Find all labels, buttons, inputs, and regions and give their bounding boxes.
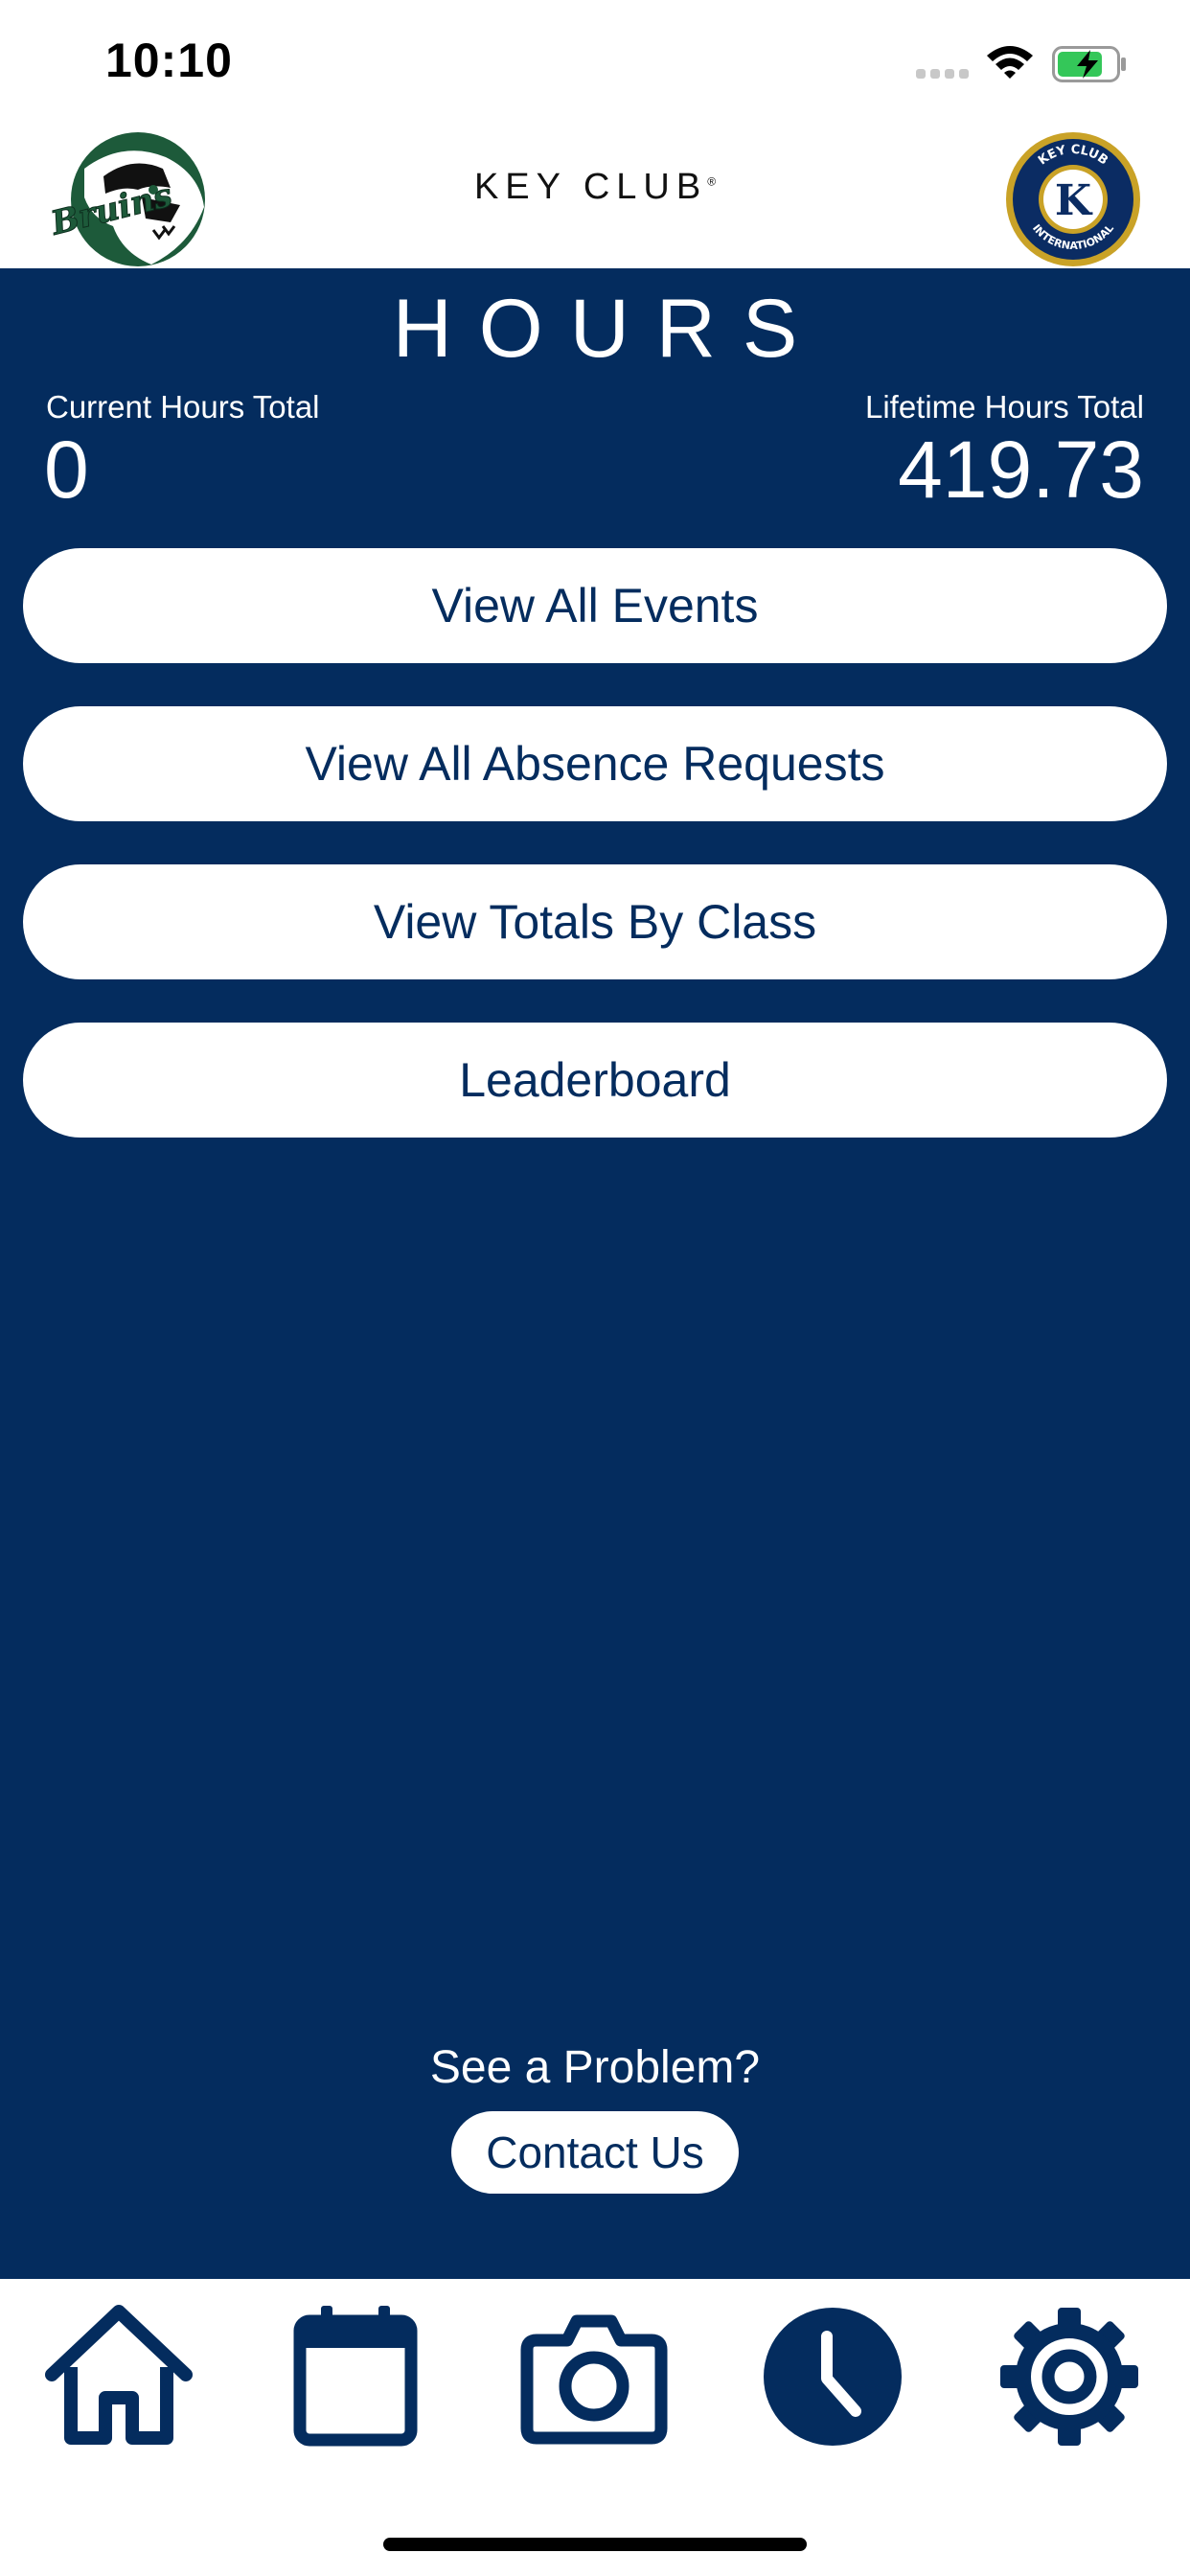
- tab-settings[interactable]: [993, 2298, 1146, 2451]
- lifetime-hours-value: 419.73: [898, 425, 1144, 515]
- battery-charging-icon: [1052, 46, 1127, 82]
- view-totals-by-class-button[interactable]: View Totals By Class: [23, 864, 1167, 979]
- home-indicator: [383, 2538, 807, 2551]
- view-all-absence-requests-button[interactable]: View All Absence Requests: [23, 706, 1167, 821]
- calendar-icon: [293, 2306, 418, 2447]
- camera-icon: [520, 2314, 668, 2445]
- tab-bar: [0, 2279, 1190, 2576]
- status-bar: 10:10: [0, 0, 1190, 125]
- status-time: 10:10: [105, 34, 233, 87]
- gear-icon: [1000, 2308, 1138, 2446]
- svg-text:K: K: [1055, 176, 1093, 225]
- tab-home[interactable]: [42, 2298, 195, 2451]
- key-club-international-seal: KEY CLUB INTERNATIONAL K: [1004, 130, 1142, 268]
- view-all-events-button[interactable]: View All Events: [23, 548, 1167, 663]
- clock-icon: [764, 2308, 902, 2446]
- current-hours-value: 0: [44, 425, 89, 515]
- hours-panel: HOURS Current Hours Total 0 Lifetime Hou…: [0, 268, 1190, 2279]
- leaderboard-button[interactable]: Leaderboard: [23, 1023, 1167, 1138]
- contact-us-button[interactable]: Contact Us: [451, 2111, 739, 2194]
- see-a-problem-text: See a Problem?: [429, 2042, 761, 2093]
- signal-icon: [916, 69, 972, 80]
- home-icon: [45, 2305, 193, 2445]
- page-title: HOURS: [392, 283, 825, 375]
- lifetime-hours-label: Lifetime Hours Total: [864, 389, 1144, 425]
- app-header: Bruins KEY CLUB® KEY CLUB INTERNATIONAL …: [0, 125, 1190, 268]
- tab-hours[interactable]: [756, 2298, 909, 2451]
- current-hours-label: Current Hours Total: [46, 389, 320, 425]
- tab-calendar[interactable]: [279, 2298, 432, 2451]
- wifi-icon: [985, 42, 1035, 80]
- tab-camera[interactable]: [517, 2298, 671, 2451]
